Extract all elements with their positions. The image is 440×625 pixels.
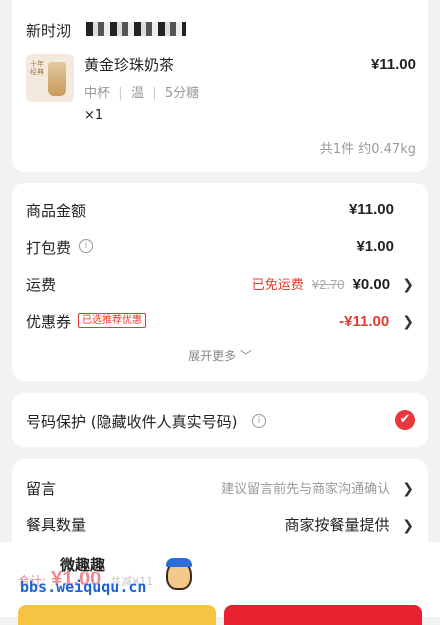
chevron-right-icon: ❯ [402,277,414,293]
coupon-value: -¥11.00 [339,313,390,330]
cost-breakdown-card: 商品金额 ¥11.00 打包费 i ¥1.00 运费 已免运费 ¥2.70 ¥0… [12,183,428,381]
privacy-checkbox[interactable]: ✔ [395,410,415,430]
store-name-mask [86,22,186,36]
original-shipping-price: ¥2.70 [311,277,345,292]
goods-amount-value: ¥11.00 [348,201,394,218]
shipping-fee-value: ¥0.00 [352,276,391,293]
privacy-label: 号码保护 (隐藏收件人真实号码) [26,413,238,431]
expand-more-label: 展开更多 [188,349,237,363]
info-icon[interactable]: i [252,414,266,428]
tableware-row[interactable]: 商家按餐量提供 ❯ [284,514,414,535]
spec-sugar: 5分糖 [164,86,200,101]
message-hint: 建议留言前先与商家沟通确认 [221,482,391,497]
store-name: 新时沏 [26,22,72,40]
expand-more-button[interactable]: 展开更多 ﹀ [12,347,428,364]
product-quantity: ×1 [84,108,104,123]
privacy-card: 号码保护 (隐藏收件人真实号码) i ✔ [12,393,428,447]
order-summary: 共1件 约0.47kg [319,142,416,157]
spec-divider: | [114,86,127,101]
product-thumbnail: 十年经典 [26,54,74,102]
mascot-hat [166,558,192,567]
chevron-right-icon: ❯ [402,314,414,330]
coupon-tag: 已选推荐优惠 [78,313,146,328]
mascot-icon [166,558,192,590]
red-action-button[interactable] [224,605,422,625]
chevron-right-icon: ❯ [402,481,414,497]
packing-fee-label: 打包费 [26,239,72,257]
shipping-fee-row[interactable]: 已免运费 ¥2.70 ¥0.00 ❯ [252,274,414,293]
spec-size: 中杯 [84,86,111,101]
tableware-label: 餐具数量 [26,516,87,534]
spec-divider: | [148,86,161,101]
watermark-url: bbs.weiququ.cn [20,578,147,596]
watermark: 微趣趣 bbs.weiququ.cn [20,554,210,604]
chevron-down-icon: ﹀ [239,349,252,363]
coupon-label: 优惠券 [26,313,72,331]
product-name[interactable]: 黄金珍珠奶茶 [84,54,174,75]
packing-fee-value: ¥1.00 [356,238,394,255]
order-item-card: 新时沏 十年经典 黄金珍珠奶茶 ¥11.00 中杯 | 温 | 5分糖 ×1 共… [12,0,428,172]
goods-amount-label: 商品金额 [26,202,87,220]
checkout-bar: 合计: ¥1.00 共减¥11 微趣趣 bbs.weiququ.cn [0,542,440,625]
chevron-right-icon: ❯ [402,518,414,534]
product-spec: 中杯 | 温 | 5分糖 [84,82,199,101]
coupon-row[interactable]: -¥11.00 ❯ [339,311,414,330]
product-price: ¥11.00 [370,56,416,73]
yellow-action-button[interactable] [18,605,216,625]
checkmark-icon: ✔ [399,412,411,427]
info-icon[interactable]: i [79,239,93,253]
spec-temperature: 温 [130,86,144,101]
tableware-value: 商家按餐量提供 [284,516,390,534]
shipping-fee-label: 运费 [26,276,57,294]
watermark-title: 微趣趣 [60,556,106,574]
free-shipping-text: 已免运费 [251,278,304,293]
milk-tea-cup-icon [48,62,66,96]
message-row[interactable]: 建议留言前先与商家沟通确认 ❯ [221,478,414,497]
thumbnail-label: 十年经典 [30,60,44,76]
message-label: 留言 [26,480,57,498]
